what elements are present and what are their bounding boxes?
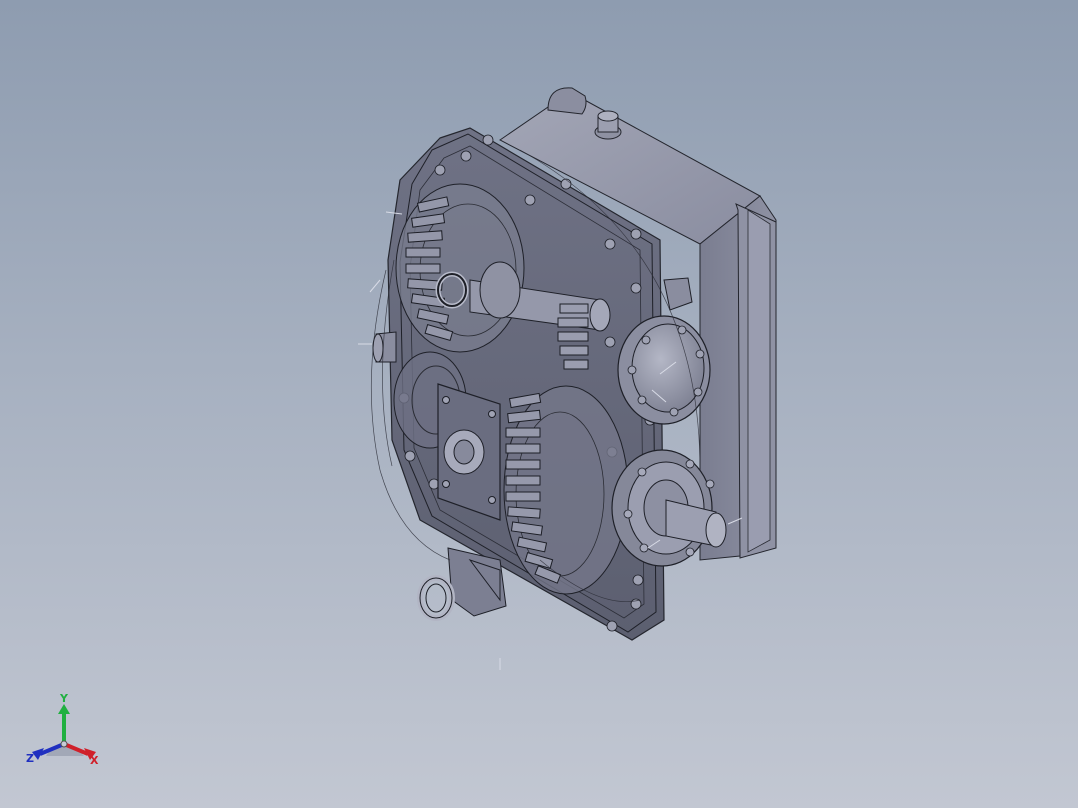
rear-lug — [547, 87, 587, 115]
triad-z-label: Z — [26, 752, 34, 765]
triad-x-label: X — [90, 754, 99, 767]
gearbox-3d-model[interactable] — [0, 0, 1078, 808]
lifting-eye-lower — [417, 575, 455, 621]
left-shaft-stub — [372, 331, 397, 363]
side-lug — [663, 277, 693, 311]
triad-origin — [60, 740, 68, 748]
breather-plug — [594, 110, 622, 140]
coordinate-triad: Y X Z — [26, 692, 99, 767]
triad-y-label: Y — [59, 692, 69, 705]
bearing-cover-plate — [437, 383, 501, 521]
lower-gear — [503, 385, 629, 595]
graphics-viewport[interactable]: Y X Z — [0, 0, 1078, 808]
triad-y-arrow — [58, 704, 70, 714]
